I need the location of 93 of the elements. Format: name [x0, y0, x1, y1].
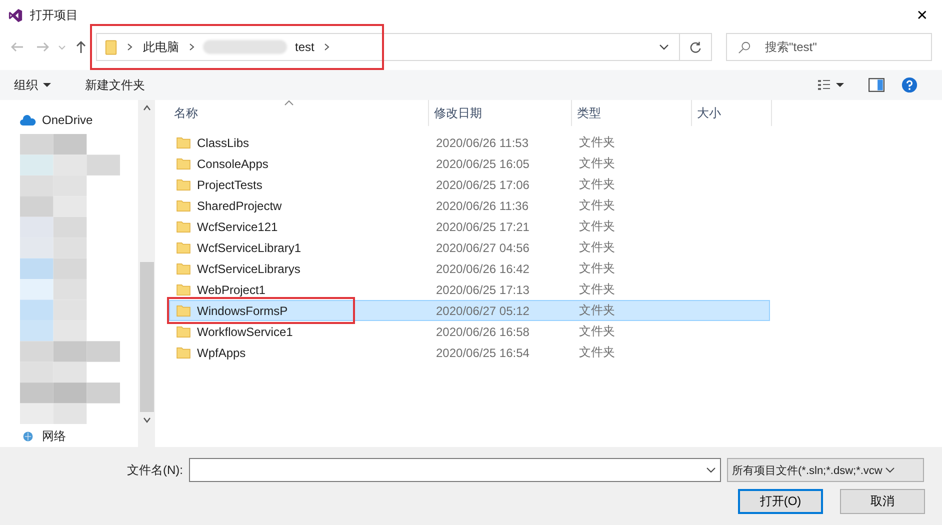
- chevron-icon[interactable]: [127, 43, 133, 51]
- modified-date: 2020/06/26 11:53: [435, 136, 530, 150]
- file-name: WorkflowService1: [197, 324, 293, 338]
- file-type: 文件夹: [578, 155, 616, 172]
- breadcrumb-item[interactable]: 此电脑: [143, 38, 179, 56]
- file-type: 文件夹: [578, 239, 616, 256]
- chevron-icon[interactable]: [189, 43, 195, 51]
- file-row[interactable]: ProjectTests 2020/06/25 17:06 文件夹: [169, 174, 770, 195]
- file-type: 文件夹: [578, 302, 616, 319]
- file-type: 文件夹: [578, 197, 616, 214]
- file-row[interactable]: ClassLibs 2020/06/26 11:53 文件夹: [169, 132, 770, 153]
- scrollbar[interactable]: [138, 100, 155, 447]
- up-arrow-icon[interactable]: [74, 40, 88, 54]
- folder-icon: [176, 304, 191, 317]
- file-type: 文件夹: [578, 260, 616, 277]
- modified-date: 2020/06/25 17:13: [435, 282, 530, 296]
- help-icon[interactable]: [901, 77, 918, 93]
- file-name: WpfApps: [197, 346, 246, 360]
- file-type: 文件夹: [578, 218, 616, 235]
- sort-indicator-icon: [284, 100, 294, 106]
- organize-menu-button[interactable]: 组织: [8, 74, 57, 96]
- file-row[interactable]: WorkflowService1 2020/06/26 16:58 文件夹: [169, 321, 770, 342]
- refresh-button[interactable]: [680, 33, 712, 61]
- close-button[interactable]: ✕: [910, 6, 934, 24]
- folder-icon: [176, 157, 191, 170]
- modified-date: 2020/06/25 17:21: [435, 220, 530, 234]
- breadcrumb-item[interactable]: test: [295, 40, 314, 54]
- filename-label: 文件名(N):: [126, 462, 184, 478]
- folder-icon: [176, 241, 191, 254]
- sidebar-item[interactable]: OneDrive: [0, 110, 138, 130]
- dropdown-caret-icon[interactable]: [706, 465, 716, 475]
- file-name: ClassLibs: [197, 136, 250, 150]
- app-logo-icon: [8, 8, 23, 22]
- file-row[interactable]: ConsoleApps 2020/06/25 16:05 文件夹: [169, 153, 770, 174]
- modified-date: 2020/06/26 16:42: [435, 262, 530, 276]
- dropdown-caret-icon[interactable]: [659, 42, 669, 52]
- folder-icon: [176, 199, 191, 212]
- filename-field[interactable]: [189, 458, 721, 482]
- modified-date: 2020/06/25 16:54: [435, 346, 530, 360]
- filetype-dropdown[interactable]: 所有项目文件(*.sln;*.dsw;*.vcw: [727, 458, 924, 482]
- file-type: 文件夹: [578, 176, 616, 193]
- modified-date: 2020/06/27 05:12: [435, 304, 530, 318]
- folder-icon: [176, 178, 191, 191]
- column-header[interactable]: 大小: [692, 100, 772, 126]
- file-name: SharedProjectw: [197, 198, 282, 212]
- modified-date: 2020/06/26 11:36: [435, 198, 530, 212]
- file-name: WcfServiceLibrarys: [197, 262, 300, 276]
- folder-icon: [176, 136, 191, 149]
- sidebar-item[interactable]: 网络: [0, 426, 138, 446]
- file-row[interactable]: SharedProjectw 2020/06/26 11:36 文件夹: [169, 195, 770, 216]
- search-icon: [738, 41, 751, 54]
- modified-date: 2020/06/25 16:05: [435, 156, 530, 170]
- new-folder-button[interactable]: 新建文件夹: [79, 74, 151, 96]
- folder-icon: [176, 325, 191, 338]
- chevron-icon[interactable]: [324, 43, 330, 51]
- open-button[interactable]: 打开(O): [738, 489, 823, 514]
- folder-icon: [176, 283, 191, 296]
- file-type: 文件夹: [578, 134, 616, 151]
- file-type: 文件夹: [578, 323, 616, 340]
- file-name: ProjectTests: [197, 178, 262, 192]
- file-type: 文件夹: [578, 281, 616, 298]
- file-name: WindowsFormsP: [197, 304, 288, 318]
- file-row[interactable]: WcfServiceLibrarys 2020/06/26 16:42 文件夹: [169, 258, 770, 279]
- scroll-down-icon[interactable]: [142, 416, 152, 424]
- search-field[interactable]: 搜索"test": [726, 33, 932, 61]
- file-row[interactable]: WpfApps 2020/06/25 16:54 文件夹: [169, 342, 770, 363]
- folder-icon: [176, 220, 191, 233]
- file-name: WebProject1: [197, 282, 266, 296]
- column-header[interactable]: 类型: [572, 100, 692, 126]
- file-row[interactable]: WcfService121 2020/06/25 17:21 文件夹: [169, 216, 770, 237]
- file-row[interactable]: WindowsFormsP 2020/06/27 05:12 文件夹: [169, 300, 770, 321]
- window-title: 打开项目: [30, 6, 78, 24]
- file-type: 文件夹: [578, 344, 616, 361]
- file-name: WcfServiceLibrary1: [197, 240, 302, 254]
- file-row[interactable]: WcfServiceLibrary1 2020/06/27 04:56 文件夹: [169, 237, 770, 258]
- column-header[interactable]: 修改日期: [429, 100, 572, 126]
- caret-icon: [43, 82, 51, 88]
- modified-date: 2020/06/26 16:58: [435, 324, 530, 338]
- cancel-button[interactable]: 取消: [840, 489, 925, 514]
- folder-icon: [176, 262, 191, 275]
- cloud-icon: [20, 114, 36, 126]
- modified-date: 2020/06/25 17:06: [435, 178, 530, 192]
- caret-icon: [885, 465, 896, 475]
- file-name: WcfService121: [197, 220, 278, 234]
- file-name: ConsoleApps: [197, 156, 268, 170]
- file-row[interactable]: WebProject1 2020/06/25 17:13 文件夹: [169, 279, 770, 300]
- preview-pane-icon[interactable]: [868, 77, 885, 93]
- modified-date: 2020/06/27 04:56: [435, 240, 530, 254]
- scroll-up-icon[interactable]: [142, 104, 152, 112]
- refresh-icon: [689, 40, 702, 54]
- folder-icon: [176, 346, 191, 359]
- column-header[interactable]: 名称: [169, 100, 429, 126]
- folder-icon: [105, 38, 117, 56]
